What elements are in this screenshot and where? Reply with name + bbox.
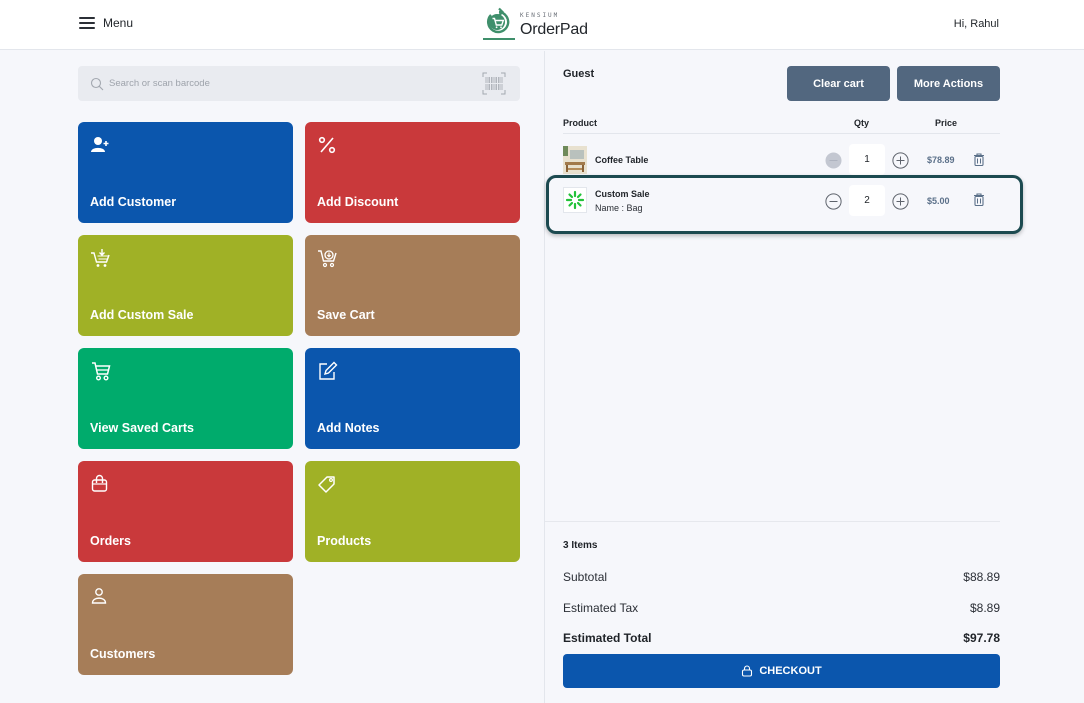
cart-item-row: Custom Sale Name : Bag $5.00 xyxy=(563,183,1000,219)
user-icon xyxy=(91,588,107,604)
subtotal-value: $88.89 xyxy=(963,570,1000,584)
tile-customers[interactable]: Customers xyxy=(78,574,293,675)
quantity-input[interactable] xyxy=(849,185,885,216)
checkout-label: CHECKOUT xyxy=(759,665,822,677)
add-user-icon xyxy=(91,137,109,152)
items-count: 3 Items xyxy=(563,540,598,551)
search-icon xyxy=(90,77,104,90)
shopping-bag-icon xyxy=(91,474,108,492)
tile-save-cart[interactable]: Save Cart xyxy=(305,235,520,336)
menu-button[interactable]: Menu xyxy=(79,16,133,30)
tile-label: Orders xyxy=(90,534,131,548)
subtotal-label: Subtotal xyxy=(563,570,608,584)
decrease-qty-button[interactable] xyxy=(825,152,842,169)
cart-save-icon xyxy=(318,250,337,268)
percent-icon xyxy=(318,136,336,154)
total-label: Estimated Total xyxy=(563,631,652,645)
actions-panel: Add Customer Add Discount Add Custom Sal… xyxy=(0,51,544,703)
item-name: Coffee Table xyxy=(595,155,649,165)
delete-item-icon[interactable] xyxy=(973,193,985,206)
cart-item-row: Coffee Table $78.89 xyxy=(563,142,1000,178)
tile-label: Customers xyxy=(90,647,156,661)
tile-label: View Saved Carts xyxy=(90,421,194,435)
tile-label: Add Notes xyxy=(317,421,380,435)
custom-sale-icon xyxy=(563,187,587,213)
column-header-price: Price xyxy=(935,118,958,128)
item-name: Custom Sale xyxy=(595,189,650,199)
item-price: $78.89 xyxy=(927,155,955,165)
tile-view-saved-carts[interactable]: View Saved Carts xyxy=(78,348,293,449)
tile-label: Add Discount xyxy=(317,195,399,209)
tile-add-discount[interactable]: Add Discount xyxy=(305,122,520,223)
cart-customer[interactable]: Guest xyxy=(563,68,594,80)
barcode-icon[interactable] xyxy=(482,72,506,95)
tile-label: Products xyxy=(317,534,372,548)
top-bar: Menu KENSIUM OrderPad Hi, Rahul xyxy=(0,0,1084,50)
app-logo: KENSIUM OrderPad xyxy=(482,7,588,41)
clear-cart-button[interactable]: Clear cart xyxy=(787,66,890,101)
lock-icon xyxy=(742,665,753,677)
search-bar xyxy=(78,66,520,101)
summary-divider xyxy=(545,521,1000,522)
column-header-product: Product xyxy=(563,118,598,128)
orderpad-logo-icon xyxy=(482,7,516,41)
checkout-button[interactable]: CHECKOUT xyxy=(563,654,1000,688)
coffee-table-thumbnail xyxy=(563,146,587,174)
tax-label: Estimated Tax xyxy=(563,601,639,615)
tile-label: Add Custom Sale xyxy=(90,308,194,322)
edit-note-icon xyxy=(319,361,338,380)
brand-company: KENSIUM xyxy=(520,12,560,19)
cart-add-icon xyxy=(91,249,110,267)
more-actions-button[interactable]: More Actions xyxy=(897,66,1000,101)
tile-label: Add Customer xyxy=(90,195,177,209)
tag-icon xyxy=(318,476,335,493)
tax-value: $8.89 xyxy=(969,601,1000,615)
tile-add-notes[interactable]: Add Notes xyxy=(305,348,520,449)
subtotal-row: Subtotal $88.89 xyxy=(563,570,1000,584)
tile-label: Save Cart xyxy=(317,308,375,322)
column-header-qty: Qty xyxy=(854,118,870,128)
total-value: $97.78 xyxy=(963,631,1000,645)
increase-qty-button[interactable] xyxy=(892,152,909,169)
increase-qty-button[interactable] xyxy=(892,193,909,210)
item-custom-name: Name : Bag xyxy=(595,203,643,213)
brand-name: OrderPad xyxy=(520,21,588,38)
tax-row: Estimated Tax $8.89 xyxy=(563,601,1000,615)
item-price: $5.00 xyxy=(927,196,950,206)
search-input[interactable] xyxy=(109,78,469,89)
delete-item-icon[interactable] xyxy=(973,153,985,166)
cart-icon xyxy=(92,362,111,381)
decrease-qty-button[interactable] xyxy=(825,193,842,210)
tile-add-custom-sale[interactable]: Add Custom Sale xyxy=(78,235,293,336)
total-row: Estimated Total $97.78 xyxy=(563,631,1000,645)
tile-products[interactable]: Products xyxy=(305,461,520,562)
header-divider xyxy=(563,133,1000,134)
user-greeting[interactable]: Hi, Rahul xyxy=(954,18,999,30)
menu-label: Menu xyxy=(103,16,134,30)
quantity-input[interactable] xyxy=(849,144,885,175)
hamburger-icon xyxy=(79,17,95,29)
tile-add-customer[interactable]: Add Customer xyxy=(78,122,293,223)
tile-orders[interactable]: Orders xyxy=(78,461,293,562)
